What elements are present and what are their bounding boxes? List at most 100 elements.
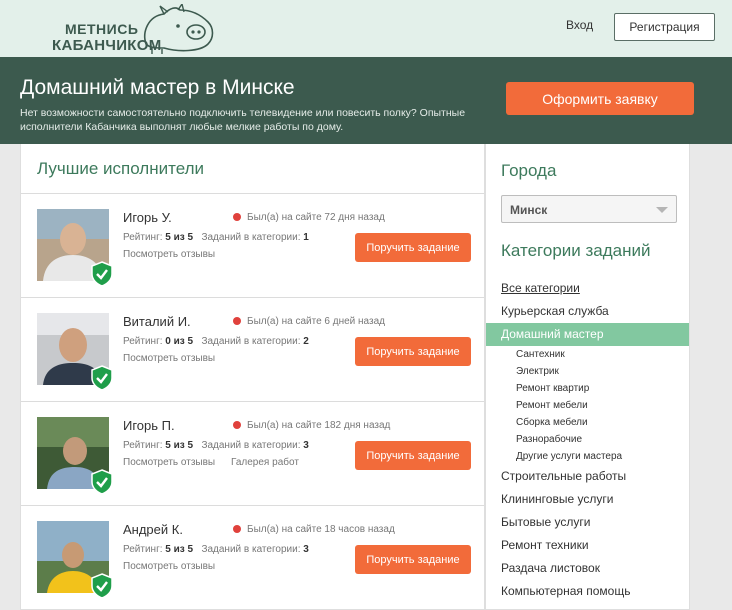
- chevron-down-icon: [656, 207, 668, 213]
- category-all[interactable]: Все категории: [486, 277, 691, 300]
- category-home-master[interactable]: Домашний мастер: [486, 323, 689, 346]
- category-label: Бытовые услуги: [501, 515, 591, 529]
- category-computer-help[interactable]: Компьютерная помощь: [486, 580, 691, 603]
- status-text: Был(а) на сайте 182 дня назад: [247, 420, 391, 431]
- category-label: Строительные работы: [501, 469, 627, 483]
- categories-title: Категории заданий: [501, 241, 651, 260]
- tasks-count: 1: [303, 232, 309, 243]
- category-label: Домашний мастер: [501, 327, 604, 341]
- performer-name[interactable]: Игорь П.: [123, 418, 175, 433]
- category-courier[interactable]: Курьерская служба: [486, 300, 691, 323]
- offline-dot-icon: [233, 317, 241, 325]
- rating-value: 5 из 5: [165, 544, 194, 555]
- subcategory-label: Сантехник: [516, 349, 565, 360]
- subcategory-electrician[interactable]: Электрик: [486, 363, 691, 380]
- rating-value: 5 из 5: [165, 440, 194, 451]
- category-list: Все категории Курьерская служба Домашний…: [486, 277, 691, 603]
- tasks-count: 2: [303, 336, 309, 347]
- status-text: Был(а) на сайте 6 дней назад: [247, 316, 385, 327]
- city-selected-value: Минск: [510, 203, 548, 217]
- performer-meta: Рейтинг: 5 из 5 Заданий в категории: 3: [123, 544, 309, 555]
- performer-status: Был(а) на сайте 182 дня назад: [233, 420, 390, 431]
- reviews-link[interactable]: Посмотреть отзывы: [123, 249, 215, 260]
- rating-label: Рейтинг:: [123, 336, 163, 347]
- category-household[interactable]: Бытовые услуги: [486, 511, 691, 534]
- performer-status: Был(а) на сайте 18 часов назад: [233, 524, 395, 535]
- page-title: Домашний мастер в Минске: [20, 76, 295, 99]
- subcategory-label: Другие услуги мастера: [516, 451, 623, 462]
- gallery-link[interactable]: Галерея работ: [231, 457, 299, 468]
- subcategory-label: Электрик: [516, 366, 559, 377]
- boar-logo-icon: [144, 4, 214, 54]
- tasks-label: Заданий в категории:: [201, 232, 301, 243]
- site-logo[interactable]: МЕТНИСЬ КАБАНЧИКОМ: [52, 4, 222, 54]
- city-select[interactable]: Минск: [501, 195, 677, 223]
- performer-name[interactable]: Игорь У.: [123, 210, 172, 225]
- top-bar: МЕТНИСЬ КАБАНЧИКОМ Вход Регистрация: [0, 0, 732, 57]
- assign-task-button[interactable]: Поручить задание: [355, 233, 471, 262]
- verified-shield-icon: [91, 573, 113, 599]
- assign-task-button[interactable]: Поручить задание: [355, 337, 471, 366]
- verified-shield-icon: [91, 261, 113, 287]
- category-label: Компьютерная помощь: [501, 584, 631, 598]
- offline-dot-icon: [233, 525, 241, 533]
- register-button[interactable]: Регистрация: [614, 13, 715, 41]
- rating-label: Рейтинг:: [123, 440, 163, 451]
- status-text: Был(а) на сайте 72 дня назад: [247, 212, 385, 223]
- logo-line-1: МЕТНИСЬ: [65, 21, 139, 37]
- tasks-label: Заданий в категории:: [201, 336, 301, 347]
- subcategory-laborers[interactable]: Разнорабочие: [486, 431, 691, 448]
- category-label: Курьерская служба: [501, 304, 609, 318]
- category-label: Раздача листовок: [501, 561, 600, 575]
- tasks-count: 3: [303, 440, 309, 451]
- cities-title: Города: [501, 161, 557, 180]
- category-label: Клининговые услуги: [501, 492, 614, 506]
- hero-banner: Домашний мастер в Минске Нет возможности…: [0, 57, 732, 144]
- verified-shield-icon: [91, 469, 113, 495]
- offline-dot-icon: [233, 421, 241, 429]
- status-text: Был(а) на сайте 18 часов назад: [247, 524, 395, 535]
- performer-meta: Рейтинг: 5 из 5 Заданий в категории: 1: [123, 232, 309, 243]
- category-appliance-repair[interactable]: Ремонт техники: [486, 534, 691, 557]
- performer-card: Виталий И. Был(а) на сайте 6 дней назад …: [21, 298, 484, 402]
- performer-meta: Рейтинг: 0 из 5 Заданий в категории: 2: [123, 336, 309, 347]
- rating-label: Рейтинг:: [123, 544, 163, 555]
- performer-status: Был(а) на сайте 72 дня назад: [233, 212, 385, 223]
- performer-card: Андрей К. Был(а) на сайте 18 часов назад…: [21, 506, 484, 609]
- subcategory-label: Разнорабочие: [516, 434, 583, 445]
- tasks-label: Заданий в категории:: [201, 544, 301, 555]
- subcategory-other-master[interactable]: Другие услуги мастера: [486, 448, 691, 465]
- reviews-link[interactable]: Посмотреть отзывы: [123, 457, 215, 468]
- performers-panel: Лучшие исполнители Игорь У. Был(а) на са…: [20, 144, 485, 610]
- performer-card: Игорь У. Был(а) на сайте 72 дня назад Ре…: [21, 194, 484, 298]
- verified-shield-icon: [91, 365, 113, 391]
- subcategory-furniture-assembly[interactable]: Сборка мебели: [486, 414, 691, 431]
- category-leaflets[interactable]: Раздача листовок: [486, 557, 691, 580]
- performer-status: Был(а) на сайте 6 дней назад: [233, 316, 385, 327]
- category-label: Ремонт техники: [501, 538, 589, 552]
- reviews-link[interactable]: Посмотреть отзывы: [123, 353, 215, 364]
- assign-task-button[interactable]: Поручить задание: [355, 441, 471, 470]
- tasks-label: Заданий в категории:: [201, 440, 301, 451]
- subcategory-label: Ремонт мебели: [516, 400, 588, 411]
- performer-card: Игорь П. Был(а) на сайте 182 дня назад Р…: [21, 402, 484, 506]
- order-button[interactable]: Оформить заявку: [506, 82, 694, 115]
- category-label: Все категории: [501, 281, 580, 295]
- category-cleaning[interactable]: Клининговые услуги: [486, 488, 691, 511]
- assign-task-button[interactable]: Поручить задание: [355, 545, 471, 574]
- category-construction[interactable]: Строительные работы: [486, 465, 691, 488]
- banner-description: Нет возможности самостоятельно подключит…: [20, 107, 466, 133]
- performer-name[interactable]: Андрей К.: [123, 522, 183, 537]
- offline-dot-icon: [233, 213, 241, 221]
- reviews-link[interactable]: Посмотреть отзывы: [123, 561, 215, 572]
- login-link[interactable]: Вход: [566, 18, 593, 32]
- subcategory-apartment-repair[interactable]: Ремонт квартир: [486, 380, 691, 397]
- rating-value: 5 из 5: [165, 232, 194, 243]
- subcategory-label: Ремонт квартир: [516, 383, 590, 394]
- tasks-count: 3: [303, 544, 309, 555]
- subcategory-plumber[interactable]: Сантехник: [486, 346, 691, 363]
- subcategory-label: Сборка мебели: [516, 417, 588, 428]
- subcategory-furniture-repair[interactable]: Ремонт мебели: [486, 397, 691, 414]
- sidebar: Города Минск Категории заданий Все катег…: [485, 144, 690, 610]
- performer-name[interactable]: Виталий И.: [123, 314, 191, 329]
